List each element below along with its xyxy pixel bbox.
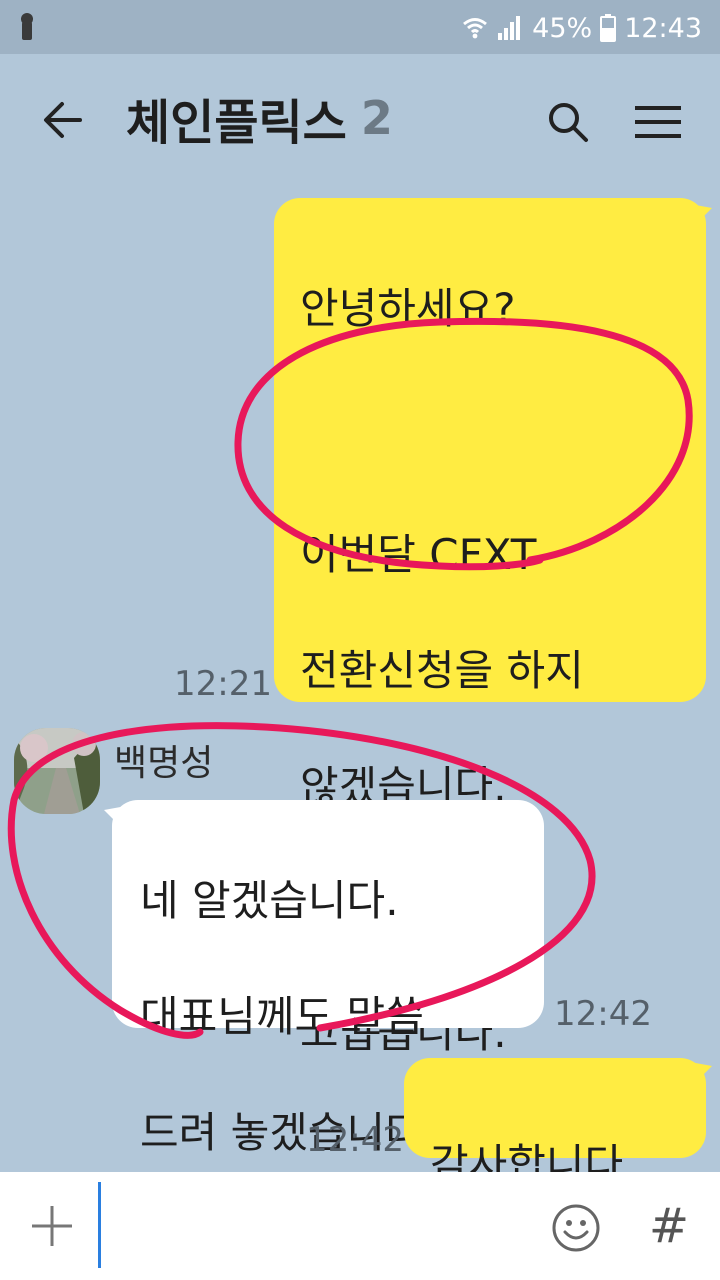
sender-name: 백명성 — [114, 743, 214, 784]
message-time: 12:21 — [174, 664, 272, 704]
message-time: 12:42 — [554, 994, 652, 1034]
message-bubble-received[interactable]: 네 알겠습니다. 대표님께도 말씀 드려 놓겠습니다. — [112, 800, 544, 1157]
menu-button[interactable] — [628, 94, 688, 150]
avatar[interactable] — [14, 728, 100, 814]
chat-title: 체인플릭스 — [126, 95, 347, 151]
message-line: 안녕하세요? — [300, 284, 516, 333]
status-bar: 45% 12:43 — [0, 0, 720, 54]
search-icon — [549, 103, 588, 142]
battery-icon — [600, 14, 617, 42]
wifi-icon — [463, 18, 488, 39]
signal-icon — [498, 16, 521, 40]
menu-icon — [635, 106, 681, 138]
message-line: 전환신청을 하지 — [300, 646, 584, 695]
member-count: 2 — [360, 91, 393, 145]
plus-icon[interactable] — [26, 1200, 78, 1252]
hashtag-button[interactable]: # — [644, 1196, 694, 1256]
message-input[interactable] — [104, 1186, 534, 1266]
status-time: 12:43 — [624, 12, 702, 44]
chat-title-group[interactable]: 체인플릭스 2 — [126, 78, 393, 158]
message-bubble-sent[interactable]: 안녕하세요? 이번달 CFXT 전환신청을 하지 않겠습니다. 고맙습니다. — [274, 198, 706, 1057]
lock-icon — [21, 13, 33, 40]
search-button[interactable] — [540, 94, 596, 150]
battery-percent: 45% — [532, 12, 593, 44]
avatar-photo — [14, 728, 100, 814]
back-arrow-icon — [44, 102, 82, 138]
emoji-icon[interactable] — [550, 1202, 602, 1254]
message-time: 12:42 — [306, 1120, 404, 1160]
message-line: 네 알겠습니다. — [140, 876, 399, 925]
message-line: 이번달 CFXT — [300, 530, 537, 579]
text-cursor — [98, 1182, 101, 1268]
chat-header: 체인플릭스 2 — [0, 54, 720, 178]
message-bubble-sent[interactable]: 감사합니다 — [404, 1058, 706, 1189]
message-line: 대표님께도 말씀 — [140, 992, 424, 1041]
message-input-bar: # — [0, 1172, 720, 1280]
back-button[interactable] — [36, 94, 88, 146]
